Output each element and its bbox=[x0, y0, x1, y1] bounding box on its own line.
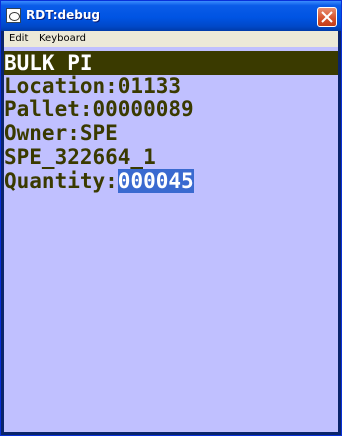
app-icon bbox=[6, 8, 21, 23]
menu-edit[interactable]: Edit bbox=[6, 32, 31, 46]
window-title: RDT:debug bbox=[26, 8, 100, 22]
quantity-input[interactable]: 000045 bbox=[117, 169, 194, 193]
quantity-line: Quantity:000045 bbox=[4, 169, 338, 193]
quantity-label: Quantity: bbox=[4, 169, 118, 193]
title-bar[interactable]: RDT:debug bbox=[1, 1, 341, 31]
close-button[interactable] bbox=[317, 7, 337, 27]
menu-bar: Edit Keyboard bbox=[4, 31, 338, 47]
location-line: Location:01133 bbox=[4, 74, 182, 98]
menu-keyboard[interactable]: Keyboard bbox=[36, 32, 89, 46]
pallet-line: Pallet:00000089 bbox=[4, 97, 194, 121]
rdt-window: RDT:debug Edit Keyboard BULK PI Location… bbox=[0, 0, 342, 436]
terminal-screen: BULK PI Location:01133 Pallet:00000089 O… bbox=[4, 47, 338, 432]
owner-line: Owner:SPE bbox=[4, 121, 118, 145]
screen-header: BULK PI bbox=[4, 51, 338, 75]
close-icon bbox=[321, 11, 333, 23]
reference-line: SPE_322664_1 bbox=[4, 145, 156, 169]
